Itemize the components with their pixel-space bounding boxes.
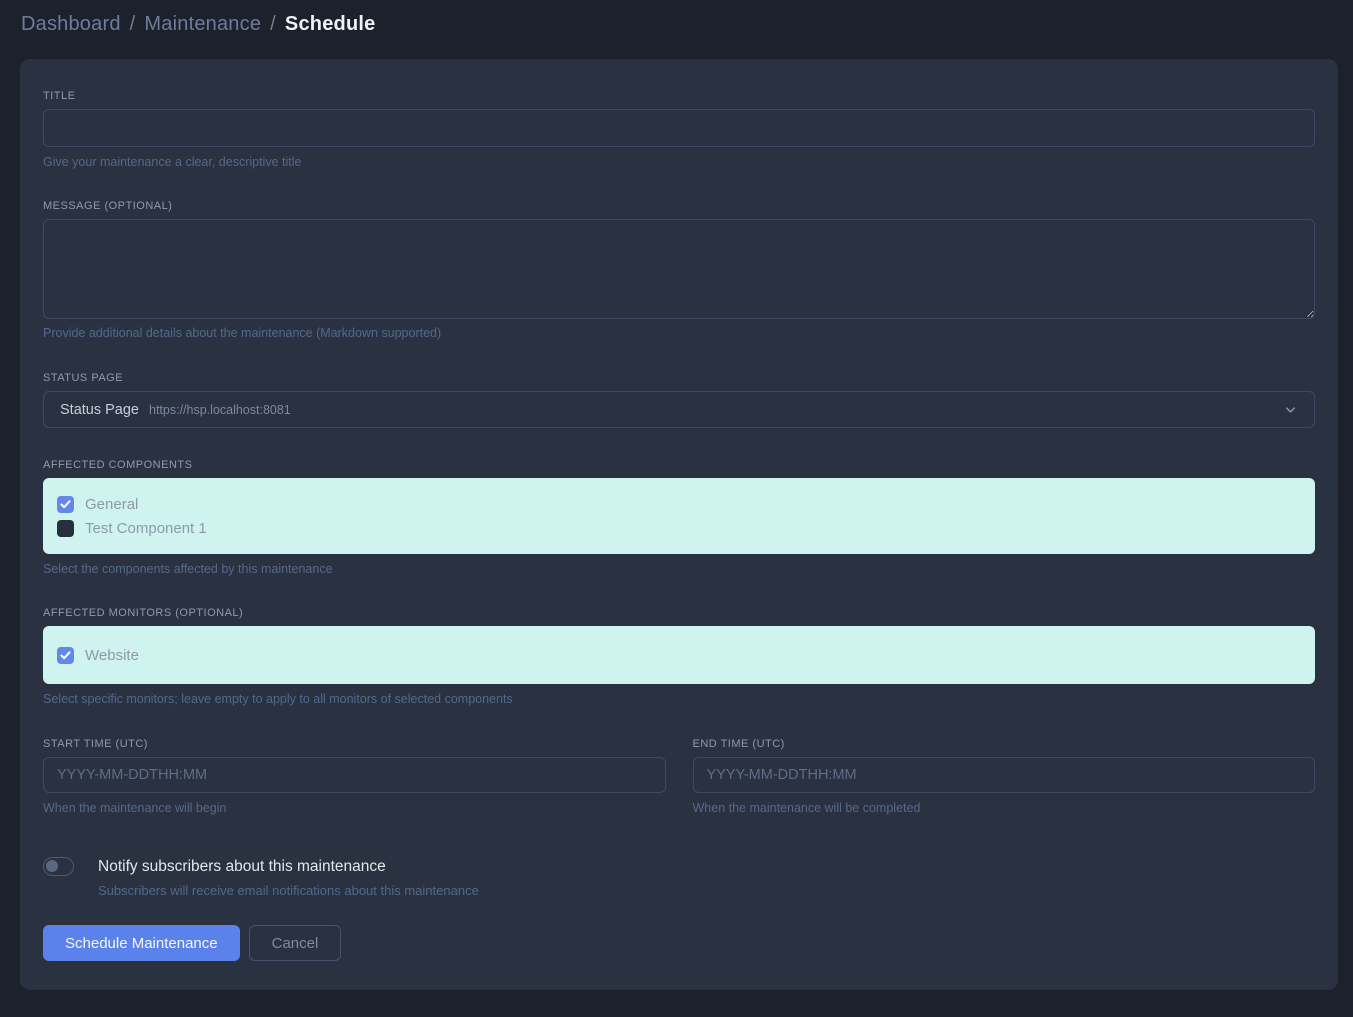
breadcrumb-schedule-current: Schedule <box>285 13 376 35</box>
breadcrumb: Dashboard / Maintenance / Schedule <box>21 13 1353 36</box>
start-time-field: START TIME (UTC) When the maintenance wi… <box>43 738 666 815</box>
component-option[interactable]: Test Component 1 <box>57 516 1301 540</box>
toggle-knob <box>46 860 58 872</box>
breadcrumb-maintenance[interactable]: Maintenance <box>144 13 261 35</box>
end-time-input[interactable] <box>693 757 1316 793</box>
end-time-field: END TIME (UTC) When the maintenance will… <box>693 738 1316 815</box>
message-textarea[interactable] <box>43 219 1315 319</box>
notify-subscribers-toggle[interactable] <box>43 857 74 876</box>
affected-monitors-label: AFFECTED MONITORS (OPTIONAL) <box>43 607 1315 619</box>
notify-subscribers-helper-text: Subscribers will receive email notificat… <box>98 883 1315 898</box>
notify-subscribers-label: Notify subscribers about this maintenanc… <box>98 858 386 876</box>
message-helper-text: Provide additional details about the mai… <box>43 326 1315 340</box>
start-time-label: START TIME (UTC) <box>43 738 666 750</box>
affected-monitors-listbox: Website <box>43 626 1315 684</box>
breadcrumb-dashboard[interactable]: Dashboard <box>21 13 121 35</box>
title-input[interactable] <box>43 109 1315 147</box>
breadcrumb-separator: / <box>270 13 276 35</box>
affected-monitors-field: AFFECTED MONITORS (OPTIONAL) Website Sel… <box>43 607 1315 706</box>
end-time-helper-text: When the maintenance will be completed <box>693 801 1316 815</box>
affected-components-helper-text: Select the components affected by this m… <box>43 562 1315 576</box>
title-label: TITLE <box>43 90 1315 102</box>
message-label: MESSAGE (OPTIONAL) <box>43 200 1315 212</box>
message-field: MESSAGE (OPTIONAL) Provide additional de… <box>43 200 1315 340</box>
component-option[interactable]: General <box>57 492 1301 516</box>
notify-subscribers-field: Notify subscribers about this maintenanc… <box>43 857 1315 898</box>
breadcrumb-separator: / <box>130 13 136 35</box>
title-field: TITLE Give your maintenance a clear, des… <box>43 90 1315 169</box>
schedule-maintenance-form-card: TITLE Give your maintenance a clear, des… <box>20 59 1338 990</box>
start-time-input[interactable] <box>43 757 666 793</box>
status-page-selected-name: Status Page <box>60 402 139 418</box>
chevron-down-icon <box>1283 402 1298 417</box>
end-time-label: END TIME (UTC) <box>693 738 1316 750</box>
affected-components-label: AFFECTED COMPONENTS <box>43 459 1315 471</box>
checkbox-label: General <box>85 496 138 513</box>
affected-components-listbox: General Test Component 1 <box>43 478 1315 554</box>
checkbox-label: Test Component 1 <box>85 520 207 537</box>
affected-components-field: AFFECTED COMPONENTS General Test Componen… <box>43 459 1315 576</box>
time-fields-row: START TIME (UTC) When the maintenance wi… <box>43 738 1315 815</box>
status-page-select[interactable]: Status Page https://hsp.localhost:8081 <box>43 391 1315 428</box>
status-page-field: STATUS PAGE Status Page https://hsp.loca… <box>43 372 1315 428</box>
cancel-button[interactable]: Cancel <box>249 925 342 961</box>
checkbox-checked-icon[interactable] <box>57 496 74 513</box>
top-bar: Dashboard / Maintenance / Schedule <box>0 0 1353 59</box>
checkbox-label: Website <box>85 647 139 664</box>
affected-monitors-helper-text: Select specific monitors; leave empty to… <box>43 692 1315 706</box>
title-helper-text: Give your maintenance a clear, descripti… <box>43 155 1315 169</box>
checkbox-checked-icon[interactable] <box>57 647 74 664</box>
status-page-selected-url: https://hsp.localhost:8081 <box>149 403 291 417</box>
start-time-helper-text: When the maintenance will begin <box>43 801 666 815</box>
schedule-maintenance-button[interactable]: Schedule Maintenance <box>43 925 240 961</box>
status-page-label: STATUS PAGE <box>43 372 1315 384</box>
monitor-option[interactable]: Website <box>57 643 1301 667</box>
checkbox-unchecked-icon[interactable] <box>57 520 74 537</box>
form-actions: Schedule Maintenance Cancel <box>43 925 1315 961</box>
